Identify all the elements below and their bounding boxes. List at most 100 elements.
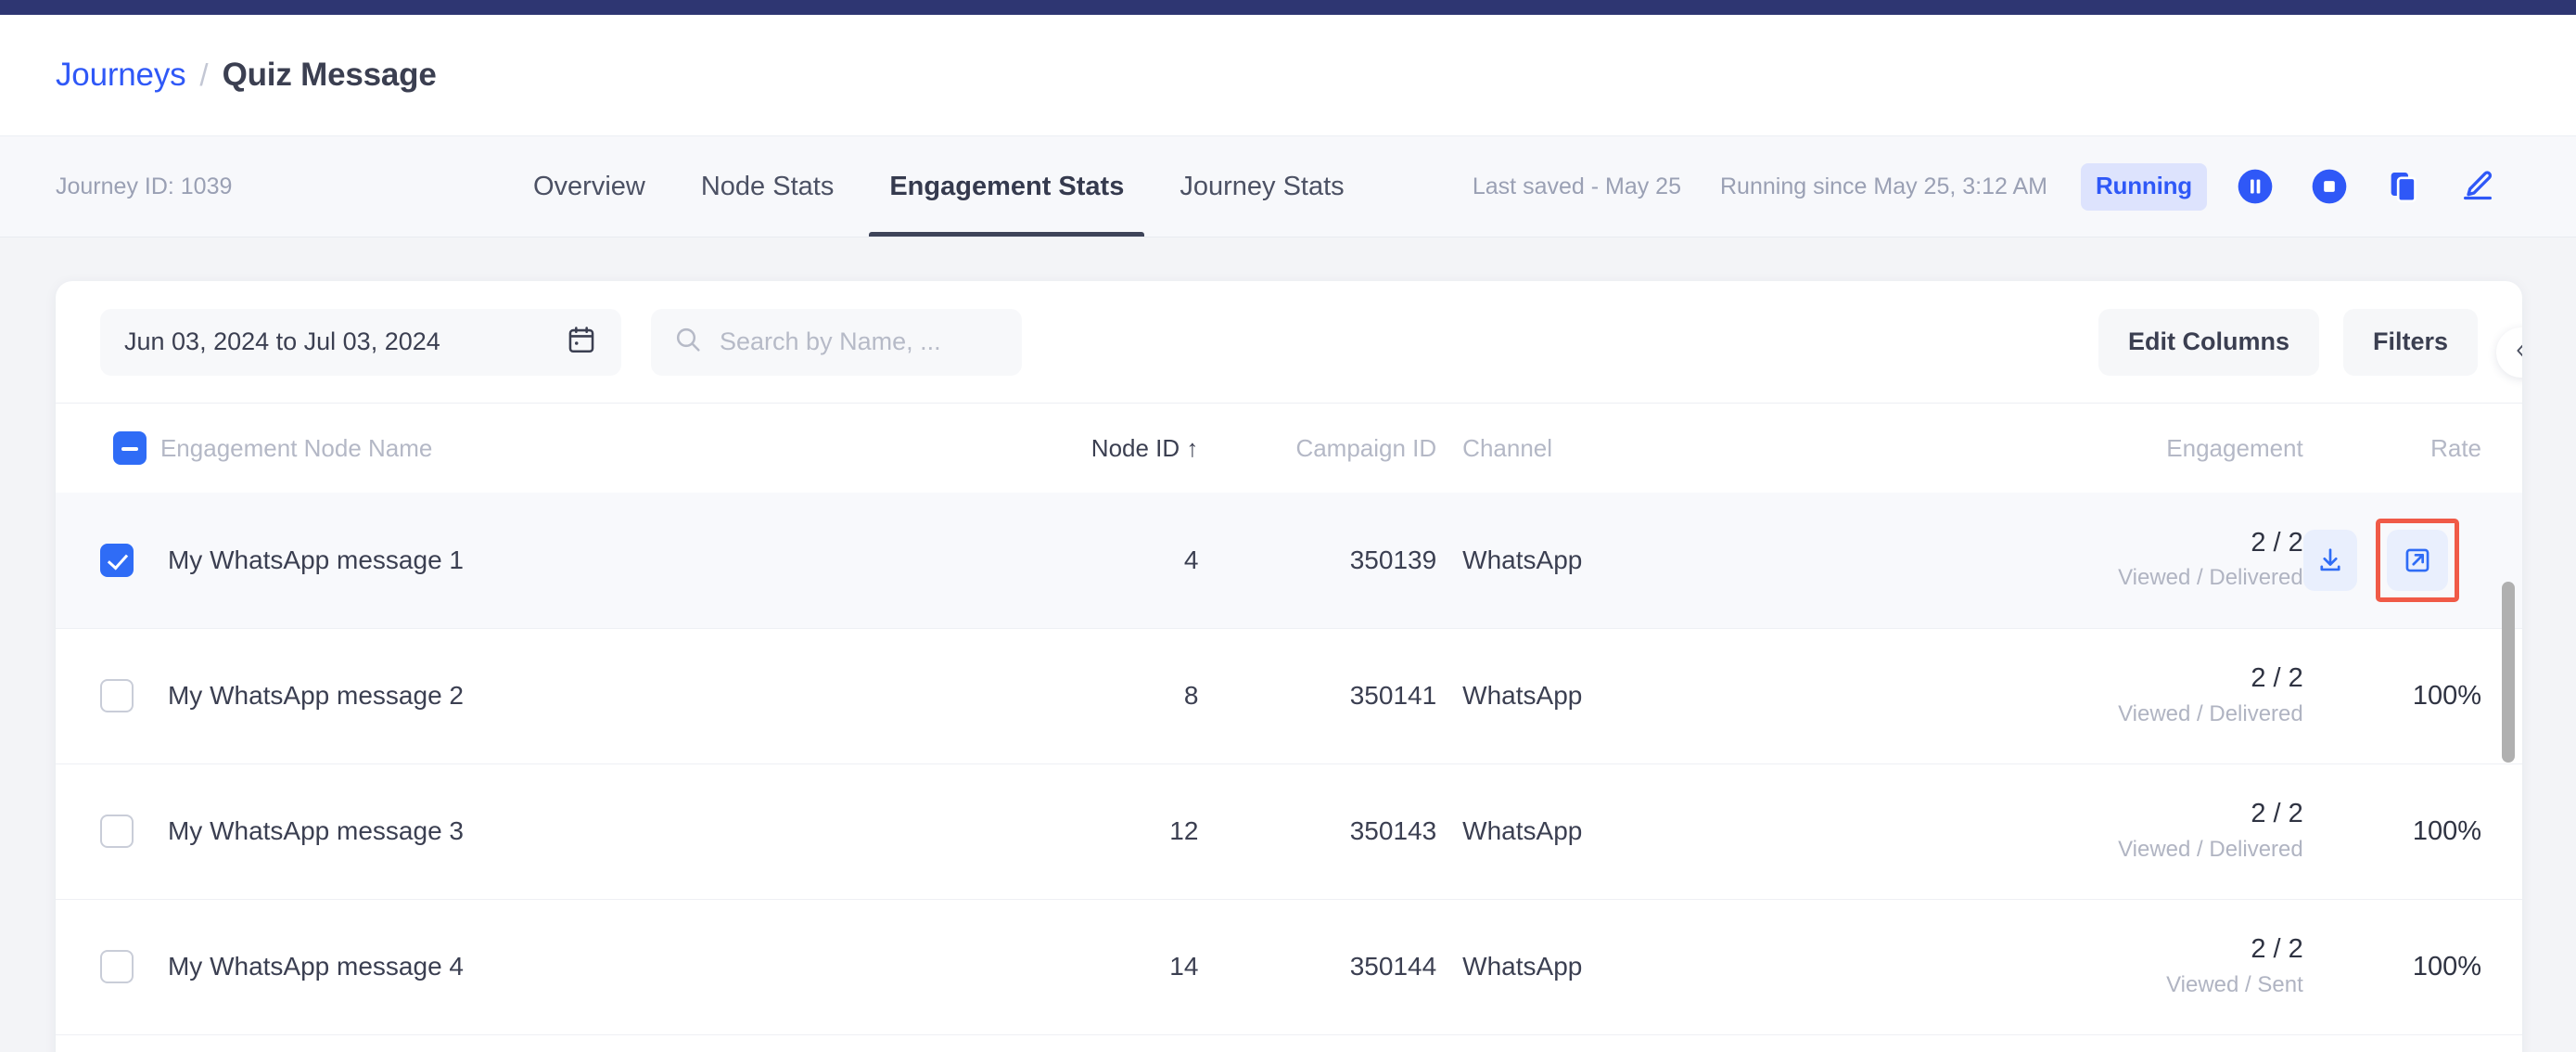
cell-channel: WhatsApp [1436, 899, 1846, 1035]
calendar-icon[interactable] [566, 324, 597, 360]
column-header-engagement[interactable]: Engagement [1846, 404, 2302, 493]
column-header-engagement-node-name[interactable]: Engagement Node Name [160, 404, 865, 493]
rate-value: 100% [2412, 680, 2481, 711]
select-all-checkbox[interactable] [113, 431, 147, 465]
column-header-node-id[interactable]: Node ID ↑ [865, 404, 1199, 493]
table-row[interactable]: My WhatsApp message 4 14 350144 WhatsApp… [56, 899, 2522, 1035]
engagement-sublabel: Viewed / Delivered [2118, 565, 2303, 591]
cell-node-name: My WhatsApp message 2 [159, 628, 865, 764]
engagement-sublabel: Viewed / Delivered [2118, 836, 2303, 862]
date-range-picker[interactable]: Jun 03, 2024 to Jul 03, 2024 [100, 308, 621, 376]
stop-icon[interactable] [2303, 160, 2355, 212]
cell-rate: 100% [2302, 763, 2522, 900]
engagement-sublabel: Viewed / Sent [2166, 971, 2303, 997]
tab-node-stats-label: Node Stats [700, 171, 835, 201]
tab-list: Overview Node Stats Engagement Stats Jou… [505, 136, 1372, 237]
column-header-channel[interactable]: Channel [1436, 404, 1846, 493]
download-icon[interactable] [2302, 529, 2357, 591]
cell-engagement: 2 / 2 Viewed / Delivered [1845, 763, 2303, 900]
page-title: Quiz Message [222, 57, 437, 93]
cell-channel: WhatsApp [1436, 763, 1846, 900]
breadcrumb-separator: / [199, 58, 209, 92]
external-link-icon[interactable] [2387, 529, 2448, 591]
status-badge: Running [2080, 162, 2207, 211]
table-row[interactable]: My WhatsApp message 2 8 350141 WhatsApp … [56, 628, 2522, 764]
cell-node-id: 12 [864, 763, 1199, 900]
page-body: Jun 03, 2024 to Jul 03, 2024 Search by N… [0, 237, 2576, 1052]
toolbar-right-actions: Edit Columns Filters [2098, 308, 2478, 376]
cell-campaign-id: 350141 [1198, 628, 1437, 764]
engagement-sublabel: Viewed / Delivered [2118, 700, 2303, 726]
filters-button[interactable]: Filters [2342, 308, 2478, 376]
engagement-value: 2 / 2 [2251, 663, 2303, 694]
tab-overview-label: Overview [533, 171, 645, 201]
row-select-cell [56, 899, 160, 1035]
pause-icon[interactable] [2229, 160, 2281, 212]
journey-id-label: Journey ID: 1039 [56, 173, 233, 199]
row-checkbox[interactable] [100, 815, 134, 848]
cell-node-name: My WhatsApp message 3 [159, 763, 865, 900]
sort-ascending-icon: ↑ [1186, 433, 1199, 462]
cell-node-id: 8 [864, 628, 1199, 764]
search-icon [673, 325, 703, 359]
row-checkbox[interactable] [100, 679, 134, 712]
open-details-highlight-box [2376, 518, 2459, 602]
engagement-value: 2 / 2 [2251, 528, 2303, 558]
cell-rate: 100% [2302, 628, 2522, 764]
date-range-value: Jun 03, 2024 to Jul 03, 2024 [124, 327, 440, 355]
running-since-label: Running since May 25, 3:12 AM [1720, 173, 2047, 199]
search-input[interactable] [720, 327, 988, 356]
tab-engagement-stats[interactable]: Engagement Stats [861, 136, 1152, 237]
cell-channel: WhatsApp [1436, 628, 1846, 764]
column-header-campaign-id[interactable]: Campaign ID [1198, 404, 1436, 493]
node-name-text: My WhatsApp message 3 [167, 816, 464, 845]
cell-node-name: My WhatsApp message 1 [159, 493, 865, 629]
engagement-stats-table: Engagement Node Name Node ID ↑ Campaign … [56, 404, 2522, 1035]
table-row[interactable]: My WhatsApp message 1 4 350139 WhatsApp … [56, 493, 2522, 629]
cell-campaign-id: 350143 [1198, 763, 1437, 900]
cell-campaign-id: 350144 [1198, 899, 1437, 1035]
search-box[interactable] [651, 308, 1022, 376]
cell-rate: 100% [2302, 899, 2522, 1035]
column-header-node-id-label: Node ID [1090, 433, 1180, 462]
tab-overview[interactable]: Overview [505, 136, 673, 237]
tab-engagement-stats-label: Engagement Stats [889, 171, 1125, 201]
engagement-value: 2 / 2 [2251, 934, 2303, 965]
cell-engagement: 2 / 2 Viewed / Delivered [1845, 628, 2303, 764]
tab-journey-stats-label: Journey Stats [1180, 171, 1345, 201]
app-top-bar [0, 0, 2576, 15]
cell-campaign-id: 350139 [1198, 493, 1437, 629]
table-row[interactable]: My WhatsApp message 3 12 350143 WhatsApp… [56, 763, 2522, 900]
cell-rate-actions [2302, 493, 2522, 629]
duplicate-icon[interactable] [2378, 160, 2429, 212]
journey-status-area: Last saved - May 25 Running since May 25… [1473, 160, 2520, 212]
rate-value: 100% [2412, 951, 2481, 981]
row-checkbox[interactable] [100, 543, 134, 577]
cell-engagement: 2 / 2 Viewed / Delivered [1845, 493, 2303, 629]
breadcrumb-parent-link[interactable]: Journeys [56, 57, 186, 94]
chevron-left-icon [2511, 340, 2522, 366]
node-name-text: My WhatsApp message 1 [167, 545, 464, 574]
cell-channel: WhatsApp [1436, 493, 1846, 629]
select-all-header-cell [56, 404, 160, 493]
node-name-text: My WhatsApp message 4 [167, 952, 464, 981]
card-toolbar: Jun 03, 2024 to Jul 03, 2024 Search by N… [56, 281, 2522, 404]
engagement-value: 2 / 2 [2251, 799, 2303, 829]
table-header-row: Engagement Node Name Node ID ↑ Campaign … [56, 404, 2522, 493]
row-actions [2302, 518, 2481, 602]
column-header-rate[interactable]: Rate [2303, 404, 2522, 493]
tab-node-stats[interactable]: Node Stats [673, 136, 861, 237]
cell-engagement: 2 / 2 Viewed / Sent [1845, 899, 2303, 1035]
row-checkbox[interactable] [100, 950, 134, 983]
tab-journey-stats[interactable]: Journey Stats [1152, 136, 1371, 237]
rate-value: 100% [2412, 815, 2481, 846]
engagement-stats-card: Jun 03, 2024 to Jul 03, 2024 Search by N… [56, 281, 2522, 1052]
row-select-cell [56, 763, 160, 900]
edit-icon[interactable] [2452, 160, 2504, 212]
breadcrumb-bar: Journeys / Quiz Message [0, 15, 2576, 135]
row-select-cell [56, 628, 160, 764]
edit-columns-button[interactable]: Edit Columns [2098, 308, 2319, 376]
last-saved-label: Last saved - May 25 [1472, 173, 1681, 199]
table-vertical-scrollbar[interactable] [2502, 582, 2515, 1052]
scrollbar-thumb[interactable] [2502, 582, 2515, 763]
